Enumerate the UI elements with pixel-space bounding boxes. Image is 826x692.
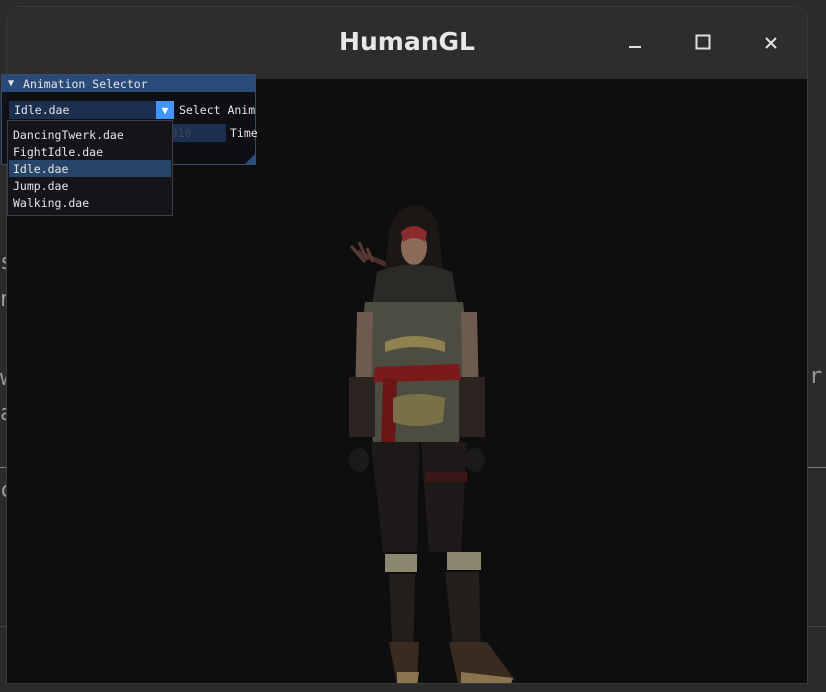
animation-dropdown: DancingTwerk.dae FightIdle.dae Idle.dae … [7, 120, 173, 216]
maximize-button[interactable] [688, 29, 718, 59]
minimize-icon [628, 35, 642, 54]
minimize-button[interactable] [620, 29, 650, 59]
chevron-down-icon: ▼ [161, 103, 169, 117]
title-bar[interactable]: HumanGL [7, 7, 807, 79]
resize-grip[interactable] [245, 154, 255, 164]
close-button[interactable] [756, 29, 786, 59]
slider-label: Time [230, 126, 258, 140]
dropdown-item[interactable]: Walking.dae [9, 194, 171, 211]
dropdown-item[interactable]: DancingTwerk.dae [9, 126, 171, 143]
panel-title: Animation Selector [23, 76, 148, 91]
panel-header[interactable]: ▼ Animation Selector [2, 75, 255, 92]
dropdown-item[interactable]: Jump.dae [9, 177, 171, 194]
combo-dropdown-button[interactable]: ▼ [156, 101, 174, 119]
background-divider [808, 467, 826, 468]
window-title: HumanGL [339, 27, 475, 56]
animation-combo[interactable]: Idle.dae ▼ [9, 101, 174, 119]
dropdown-item-label: Walking.dae [13, 195, 90, 210]
dropdown-item-label: Idle.dae [13, 161, 69, 176]
close-icon [764, 35, 778, 54]
dropdown-item-label: FightIdle.dae [13, 144, 104, 159]
dropdown-item-selected[interactable]: Idle.dae [9, 160, 171, 177]
background-text-fragment: r [809, 364, 823, 389]
dropdown-item-label: Jump.dae [13, 178, 69, 193]
collapse-arrow-icon[interactable]: ▼ [8, 78, 14, 89]
maximize-icon [695, 34, 711, 54]
character-model [349, 205, 515, 683]
dropdown-item[interactable]: FightIdle.dae [9, 143, 171, 160]
combo-label: Select Anim [179, 103, 256, 117]
dropdown-item-label: DancingTwerk.dae [13, 127, 124, 142]
combo-selected-value: Idle.dae [14, 103, 70, 117]
